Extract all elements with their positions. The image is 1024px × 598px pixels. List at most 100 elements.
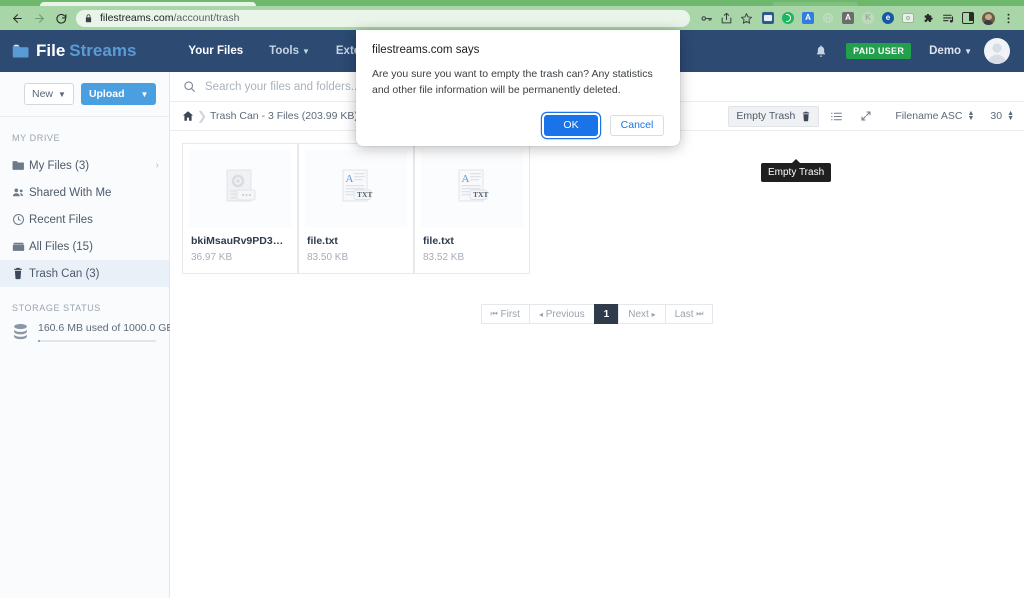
- screenshot-extension-icon[interactable]: [898, 8, 918, 28]
- sidebar-item-trash-can[interactable]: Trash Can (3): [0, 260, 169, 287]
- clock-icon: [12, 213, 29, 226]
- folder-icon: [12, 160, 29, 171]
- txt-file-icon: A TXT: [458, 169, 488, 202]
- globe-extension-icon[interactable]: [818, 8, 838, 28]
- chrome-menu-icon[interactable]: [998, 8, 1018, 28]
- nav-item-your-files[interactable]: Your Files: [188, 45, 243, 57]
- expand-icon[interactable]: [853, 105, 879, 127]
- empty-trash-label: Empty Trash: [736, 110, 796, 122]
- file-thumbnail: A TXT: [421, 150, 523, 228]
- storage-progress-bar: [38, 340, 156, 342]
- pagination-label: 1: [603, 308, 610, 320]
- new-button[interactable]: New ▼: [24, 83, 74, 105]
- breadcrumb[interactable]: Trash Can - 3 Files (203.99 KB)▼: [210, 110, 371, 122]
- dialog-ok-button[interactable]: OK: [544, 114, 598, 136]
- sidebar-item-all-files[interactable]: All Files (15): [0, 233, 169, 260]
- pagination-first[interactable]: ⏮ First: [480, 304, 529, 324]
- playlist-extension-icon[interactable]: [938, 8, 958, 28]
- sidebar-item-label: Shared With Me: [29, 186, 112, 199]
- pagination-label: Next: [628, 308, 649, 320]
- file-thumbnail: A TXT: [305, 150, 407, 228]
- next-page-icon: ▸: [651, 309, 656, 319]
- upload-button-label: Upload: [88, 88, 125, 100]
- dialog-message: Are you sure you want to empty the trash…: [372, 68, 653, 96]
- user-menu[interactable]: Demo ▼: [929, 45, 972, 57]
- brand-logo[interactable]: File Streams: [12, 41, 136, 61]
- reload-icon[interactable]: [50, 8, 72, 28]
- nav-item-tools[interactable]: Tools ▼: [269, 45, 310, 57]
- chevron-down-icon: ▼: [140, 89, 149, 99]
- tooltip-empty-trash: Empty Trash: [761, 159, 832, 182]
- home-icon[interactable]: [182, 110, 194, 122]
- previous-page-icon: ◂: [538, 309, 543, 319]
- file-name: file.txt: [423, 235, 454, 247]
- sidebar-item-shared-with-me[interactable]: Shared With Me: [0, 179, 169, 206]
- brand-text-secondary: Streams: [69, 41, 137, 60]
- file-size: 83.50 KB: [307, 252, 349, 263]
- browser-extensions: A A K e: [758, 8, 1018, 28]
- notification-bell-icon[interactable]: [814, 44, 828, 58]
- page-size-select[interactable]: 30 ▲ ▼: [990, 110, 1014, 122]
- browser-tab-active[interactable]: [40, 2, 256, 6]
- browser-toolbar: filestreams.com/account/trash A A K e: [0, 6, 1024, 30]
- k-extension-icon[interactable]: K: [858, 8, 878, 28]
- chevron-down-icon: ▼: [964, 47, 972, 56]
- search-icon: [184, 81, 195, 92]
- forward-arrow-icon[interactable]: [28, 8, 50, 28]
- url-text: filestreams.com/account/trash: [100, 12, 239, 24]
- dialog-title: filestreams.com says: [372, 44, 480, 56]
- sidebar: New ▼ Upload ▼ MY DRIVE My Files (3) › S…: [0, 72, 173, 598]
- file-name: bkiMsauRv9PD3Gws6: [191, 235, 289, 247]
- sidebar-item-label: Recent Files: [29, 213, 93, 226]
- bookmark-star-icon[interactable]: [736, 8, 756, 28]
- storage-status: 160.6 MB used of 1000.0 GB: [0, 322, 173, 345]
- pagination-label: Last: [674, 308, 694, 320]
- share-icon[interactable]: [716, 8, 736, 28]
- sidebar-item-label: Trash Can (3): [29, 267, 100, 280]
- pagination-last[interactable]: Last ⏭: [664, 304, 714, 324]
- profile-avatar-icon[interactable]: [978, 8, 998, 28]
- pagination-page-1[interactable]: 1: [593, 304, 619, 324]
- green-circle-extension-icon[interactable]: [778, 8, 798, 28]
- file-meta: file.txt 83.52 KB: [415, 228, 529, 273]
- translate-extension-icon[interactable]: A: [798, 8, 818, 28]
- pagination-label: First: [500, 308, 520, 320]
- file-card[interactable]: A TXT file.txt 83.50 KB: [298, 143, 414, 274]
- toolbar-actions: Empty Trash Filename ASC ▲ ▼ 30 ▲ ▼: [728, 105, 1014, 127]
- file-card[interactable]: bkiMsauRv9PD3Gws6 36.97 KB: [182, 143, 298, 274]
- user-menu-label: Demo: [929, 45, 962, 57]
- back-arrow-icon[interactable]: [6, 8, 28, 28]
- reading-list-icon[interactable]: [958, 8, 978, 28]
- file-size: 83.52 KB: [423, 252, 465, 263]
- generic-file-icon: [226, 169, 256, 202]
- password-key-icon[interactable]: [696, 8, 716, 28]
- mailbox-extension-icon[interactable]: [758, 8, 778, 28]
- address-bar[interactable]: filestreams.com/account/trash: [76, 9, 690, 27]
- sidebar-item-recent-files[interactable]: Recent Files: [0, 206, 169, 233]
- sidebar-actions: New ▼ Upload ▼: [0, 72, 169, 117]
- pagination-previous[interactable]: ◂ Previous: [528, 304, 594, 324]
- list-view-icon[interactable]: [823, 105, 849, 127]
- evernote-extension-icon[interactable]: e: [878, 8, 898, 28]
- trash-icon: [803, 111, 810, 121]
- empty-trash-button[interactable]: Empty Trash: [728, 105, 820, 127]
- storage-usage-text: 160.6 MB used of 1000.0 GB: [38, 322, 174, 334]
- breadcrumb-label: Trash Can - 3 Files (203.99 KB): [210, 110, 358, 122]
- upload-button[interactable]: Upload ▼: [80, 83, 157, 105]
- adblock-extension-icon[interactable]: A: [838, 8, 858, 28]
- file-grid: bkiMsauRv9PD3Gws6 36.97 KB A: [170, 131, 1024, 274]
- new-button-label: New: [32, 88, 54, 100]
- puzzle-extensions-icon[interactable]: [918, 8, 938, 28]
- avatar[interactable]: [984, 38, 1010, 64]
- shared-users-icon: [12, 187, 29, 198]
- folder-logo-icon: [12, 44, 29, 57]
- file-card[interactable]: A TXT file.txt 83.52 KB: [414, 143, 530, 274]
- file-meta: file.txt 83.50 KB: [299, 228, 413, 273]
- sidebar-item-my-files[interactable]: My Files (3) ›: [0, 152, 169, 179]
- browser-tab[interactable]: [772, 2, 858, 6]
- txt-file-icon: A TXT: [342, 169, 372, 202]
- pagination-next[interactable]: Next ▸: [618, 304, 665, 324]
- sort-select[interactable]: Filename ASC ▲ ▼: [895, 110, 974, 122]
- dialog-cancel-button[interactable]: Cancel: [610, 114, 664, 136]
- omnibox-actions: [696, 8, 756, 28]
